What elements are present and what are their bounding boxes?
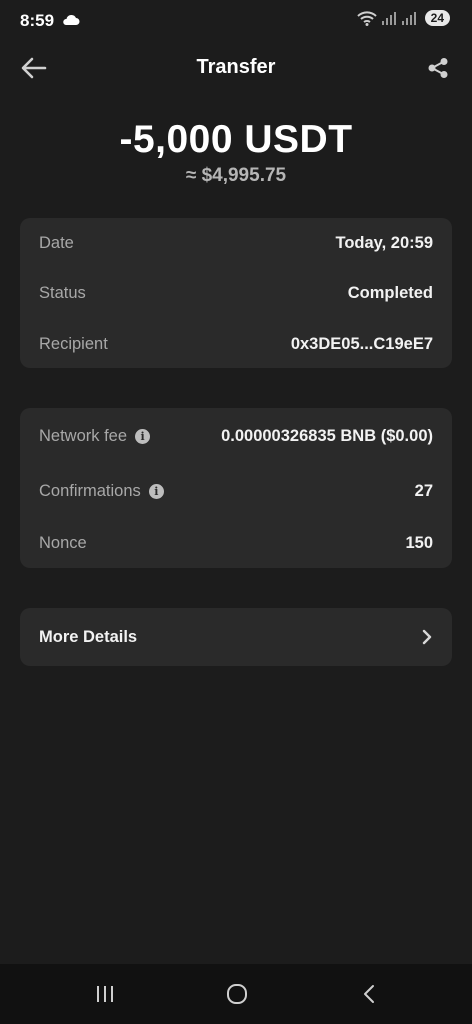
status-time: 8:59 xyxy=(20,11,55,30)
app-bar: Transfer xyxy=(0,44,472,92)
info-icon[interactable]: i xyxy=(135,428,151,444)
network-row-confirmations: Confirmations i 27 xyxy=(39,479,433,503)
info-icon[interactable]: i xyxy=(148,483,164,499)
network-row-fee: Network fee i 0.00000326835 BNB ($0.00) xyxy=(39,424,433,448)
detail-value: Completed xyxy=(347,283,433,302)
transfer-amount: -5,000 USDT xyxy=(119,118,353,161)
details-card: Date Today, 20:59 Status Completed Recip… xyxy=(20,218,452,368)
cloud-icon xyxy=(63,14,80,25)
nonce-label: Nonce xyxy=(39,533,87,552)
detail-label: Status xyxy=(39,283,86,302)
detail-row-recipient[interactable]: Recipient 0x3DE05...C19eE7 xyxy=(39,332,433,356)
battery-badge: 24 xyxy=(424,10,450,26)
detail-label: Date xyxy=(39,233,74,252)
system-nav-bar xyxy=(0,964,472,1024)
detail-label: Recipient xyxy=(39,334,108,353)
status-icons: 24 xyxy=(356,10,450,26)
nav-back-button[interactable] xyxy=(353,982,385,1006)
more-details-row: More Details xyxy=(39,625,433,649)
wifi-icon xyxy=(356,11,377,26)
status-bar: 8:59 24 xyxy=(0,0,472,44)
network-label: Network fee i xyxy=(39,426,151,446)
fiat-value: ≈ $4,995.75 xyxy=(185,165,287,186)
network-label: Confirmations i xyxy=(39,482,164,501)
signal-icon xyxy=(401,12,416,25)
signal-icon xyxy=(381,12,396,25)
network-fee-value: 0.00000326835 BNB ($0.00) xyxy=(221,426,433,445)
more-details-button[interactable]: More Details xyxy=(20,608,452,666)
network-card: Network fee i 0.00000326835 BNB ($0.00) … xyxy=(20,408,452,568)
detail-row-status: Status Completed xyxy=(39,281,433,305)
home-button[interactable] xyxy=(221,982,253,1006)
share-button[interactable] xyxy=(424,54,452,82)
confirmations-value: 27 xyxy=(414,481,433,500)
more-details-label: More Details xyxy=(39,627,138,646)
page-title: Transfer xyxy=(196,56,276,78)
recents-icon xyxy=(97,986,113,1002)
back-icon xyxy=(364,985,374,1003)
nonce-value: 150 xyxy=(405,533,433,552)
network-fee-label: Network fee xyxy=(39,426,128,445)
chevron-right-icon xyxy=(422,629,432,645)
network-row-nonce: Nonce 150 xyxy=(39,531,433,555)
detail-row-date: Date Today, 20:59 xyxy=(39,231,433,255)
recipient-address[interactable]: 0x3DE05...C19eE7 xyxy=(291,335,433,354)
recents-button[interactable] xyxy=(89,982,121,1006)
home-icon xyxy=(227,984,247,1004)
confirmations-label: Confirmations xyxy=(39,481,141,500)
detail-value: Today, 20:59 xyxy=(335,233,433,252)
share-icon xyxy=(428,58,448,78)
